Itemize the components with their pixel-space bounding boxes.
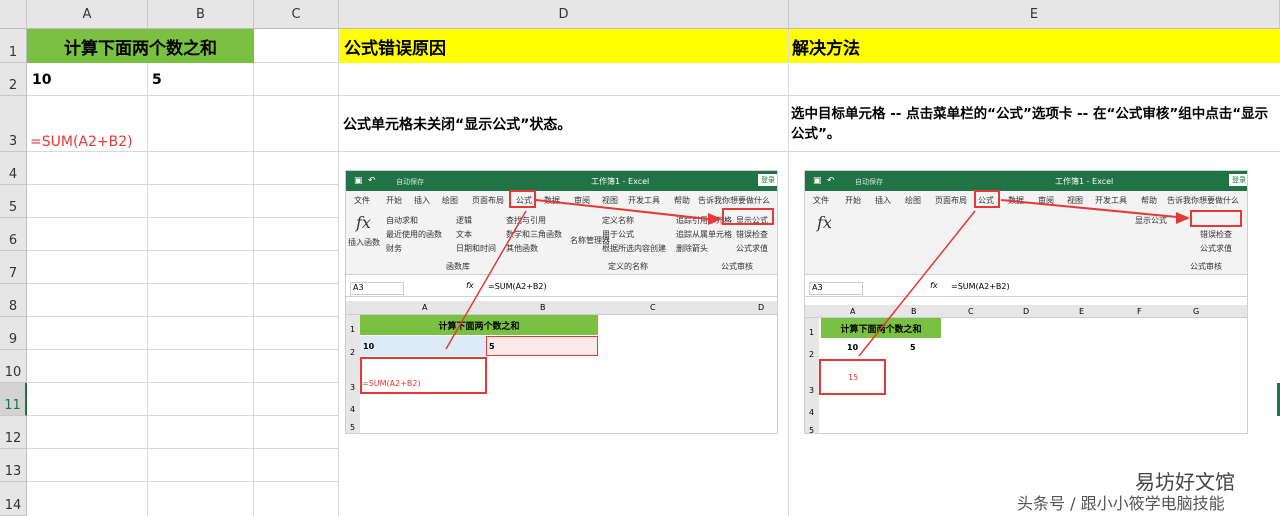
gridline bbox=[27, 217, 338, 218]
row-header-4[interactable]: 4 bbox=[0, 152, 27, 185]
select-all-corner[interactable] bbox=[0, 0, 27, 29]
gridline bbox=[27, 415, 338, 416]
gridline bbox=[27, 382, 338, 383]
cell-a3[interactable]: =SUM(A2+B2) bbox=[30, 132, 147, 152]
row-header-13[interactable]: 13 bbox=[0, 449, 27, 482]
row-header-5[interactable]: 5 bbox=[0, 185, 27, 218]
annotation-arrows bbox=[445, 199, 722, 350]
cell-d3[interactable]: 公式单元格未关闭“显示公式”状态。 bbox=[343, 96, 783, 152]
screenshot-formula-error: ▣ ↶ 自动保存 工作簿1 - Excel 登录 文件 开始 插入 绘图 页面布… bbox=[345, 170, 778, 434]
row-header-3[interactable]: 3 bbox=[0, 96, 27, 152]
row-header-14[interactable]: 14 bbox=[0, 482, 27, 516]
gridline bbox=[27, 481, 338, 482]
gridline bbox=[27, 250, 338, 251]
cell-b2[interactable]: 5 bbox=[152, 63, 252, 96]
column-header-b[interactable]: B bbox=[148, 0, 254, 29]
gridline bbox=[27, 448, 338, 449]
gridline bbox=[147, 29, 148, 516]
cell-d1[interactable]: 公式错误原因 bbox=[339, 29, 788, 63]
gridline bbox=[27, 283, 338, 284]
cell-e1[interactable]: 解决方法 bbox=[789, 29, 1280, 63]
cell-e3[interactable]: 选中目标单元格 -- 点击菜单栏的“公式”选项卡 -- 在“公式审核”组中点击“… bbox=[791, 104, 1277, 150]
cell-a1[interactable]: 计算下面两个数之和 bbox=[27, 29, 254, 63]
column-header-e[interactable]: E bbox=[789, 0, 1280, 29]
column-header-a[interactable]: A bbox=[27, 0, 148, 29]
gridline bbox=[338, 29, 339, 516]
row-header-7[interactable]: 7 bbox=[0, 251, 27, 284]
gridline bbox=[788, 29, 789, 516]
gridline bbox=[27, 349, 338, 350]
row-header-9[interactable]: 9 bbox=[0, 317, 27, 350]
annotation-arrows bbox=[858, 199, 1190, 357]
row-header-12[interactable]: 12 bbox=[0, 416, 27, 449]
watermark-author: 头条号 / 跟小小筱学电脑技能 bbox=[1017, 494, 1225, 513]
row-header-10[interactable]: 10 bbox=[0, 350, 27, 383]
column-header-d[interactable]: D bbox=[339, 0, 789, 29]
column-header-c[interactable]: C bbox=[254, 0, 339, 29]
gridline bbox=[27, 316, 338, 317]
row-header-6[interactable]: 6 bbox=[0, 218, 27, 251]
row-header-8[interactable]: 8 bbox=[0, 284, 27, 317]
gridline bbox=[253, 29, 254, 516]
row-header-1[interactable]: 1 bbox=[0, 29, 27, 63]
gridline bbox=[27, 184, 338, 185]
cell-a2[interactable]: 10 bbox=[32, 63, 142, 96]
row-header-11[interactable]: 11 bbox=[0, 383, 27, 416]
screenshot-solution: ▣ ↶ 自动保存 工作簿1 - Excel 登录 文件 开始 插入 绘图 页面布… bbox=[804, 170, 1248, 434]
row-header-2[interactable]: 2 bbox=[0, 63, 27, 96]
